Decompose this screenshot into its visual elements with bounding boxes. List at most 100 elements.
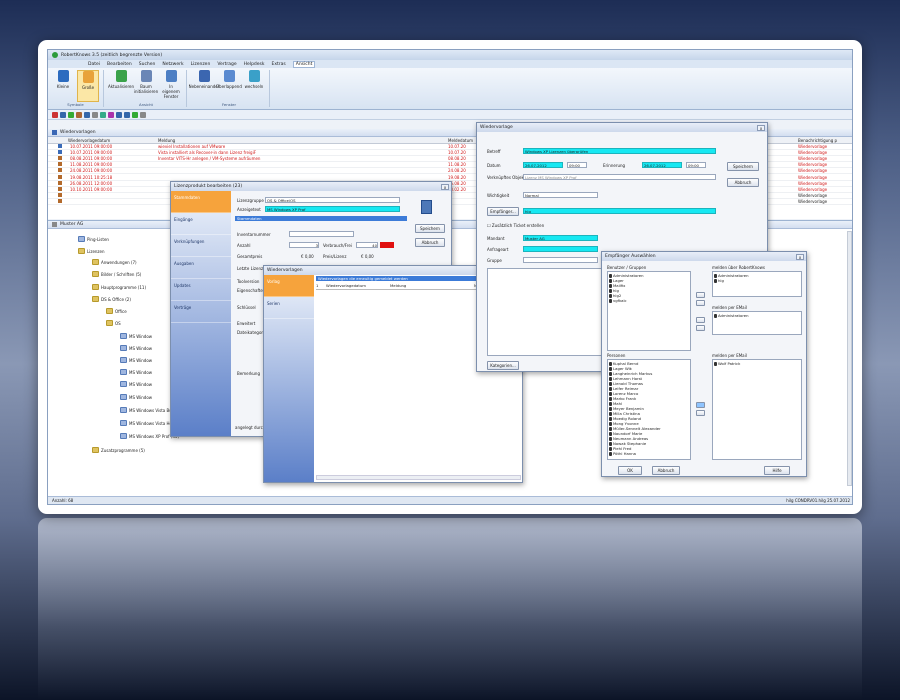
tree-node[interactable]: MS Window <box>120 357 152 363</box>
toolbar-icon[interactable] <box>52 111 58 118</box>
tree-node[interactable]: MS Window <box>120 333 152 339</box>
toolbar-icon[interactable] <box>84 111 90 118</box>
ribbon-button-überlappend[interactable]: Überlappend <box>216 70 242 102</box>
arrow-right-icon[interactable] <box>696 402 705 408</box>
toolbar-icon[interactable] <box>100 111 106 118</box>
toolbar-icon[interactable] <box>140 111 146 118</box>
tree-node[interactable]: Hauptprogramme (11) <box>92 284 146 290</box>
toolbar-icon[interactable] <box>124 111 130 118</box>
arrow-left-icon[interactable] <box>696 410 705 416</box>
lizenz-nav-stammdaten[interactable]: Stammdaten <box>171 191 231 213</box>
field-empfaenger[interactable]: hlg <box>523 208 716 214</box>
email2-item[interactable]: Wolf Patrick <box>714 361 800 366</box>
field-erinnerung[interactable]: 26.07.2012 <box>642 162 682 168</box>
field-anzeigetext[interactable]: MS Windows XP Prof <box>265 206 400 212</box>
ribbon-button-wechseln[interactable]: wechseln <box>243 70 265 102</box>
menu-datei[interactable]: Datei <box>88 62 100 67</box>
tree-scrollbar[interactable] <box>847 231 852 486</box>
menu-vertrage[interactable]: Vertrage <box>217 62 236 67</box>
arrow-right-icon[interactable] <box>696 317 705 323</box>
col-wiedervorlagedatum[interactable]: Wiedervorlagedatum <box>68 138 158 143</box>
tree-node[interactable]: MS Window <box>120 369 152 375</box>
wv-list-hscroll[interactable] <box>316 475 521 480</box>
toolbar-icon[interactable] <box>92 111 98 118</box>
col-benachrichtigung[interactable]: Benachrichtigung p <box>798 138 837 143</box>
menu-netzwerk[interactable]: Netzwerk <box>162 62 183 67</box>
email-list[interactable]: Administratoren <box>712 311 802 335</box>
ribbon-button-bauminitialisieren[interactable]: Baum initialisieren <box>134 70 158 102</box>
tree-node[interactable]: Anwendungen (7) <box>92 259 137 265</box>
tree-node[interactable]: MS Window <box>120 345 152 351</box>
menu-ansicht[interactable]: Ansicht <box>292 60 316 68</box>
wv-nav-serien[interactable]: Serien <box>264 297 314 319</box>
kategorien-button[interactable]: Kategorien... <box>487 361 519 370</box>
hilfe-button[interactable]: Hilfe <box>764 466 790 475</box>
col-meldedatum[interactable]: Meldedatum <box>448 138 473 143</box>
rk-item[interactable]: hlg <box>714 278 800 283</box>
lizenz-nav-eingänge[interactable]: Eingänge <box>171 213 231 235</box>
tree-node[interactable]: DS & Office (2) <box>92 296 131 302</box>
arrow-left-icon[interactable] <box>696 300 705 306</box>
empf-abbruch-button[interactable]: Abbruch <box>652 466 680 475</box>
tree-node[interactable]: Lizenzen <box>78 248 105 254</box>
ribbon-button-aktualisieren[interactable]: Aktualisieren <box>108 70 134 102</box>
field-betreff[interactable]: Windows XP Lizenzen überprüfen <box>523 148 716 154</box>
lizenz-nav-verknüpfungen[interactable]: Verknüpfungen <box>171 235 231 257</box>
col-meldung[interactable]: Meldung <box>158 138 448 143</box>
lizenz-nav-verträge[interactable]: Verträge <box>171 301 231 323</box>
toolbar-icon[interactable] <box>108 111 114 118</box>
tree-node[interactable]: OS <box>106 320 121 326</box>
wv-abbruch-button[interactable]: Abbruch <box>727 178 759 187</box>
menu-suchen[interactable]: Suchen <box>139 62 156 67</box>
close-icon[interactable]: x <box>757 124 765 131</box>
field-verbrauch[interactable]: 40 <box>356 242 378 248</box>
tree-node[interactable]: MS Window <box>120 394 152 400</box>
ticket-checkbox[interactable]: ☐ Zusätzlich Ticket erstellen <box>487 223 544 228</box>
menu-bearbeiten[interactable]: Bearbeiten <box>107 62 132 67</box>
tree-node[interactable]: MS Window <box>120 381 152 387</box>
field-inventarnummer[interactable] <box>289 231 354 237</box>
benutzer-list[interactable]: Administratoren Lager Mailfix hlg hlg2 vgfkal… <box>607 271 691 351</box>
ribbon-button-groe[interactable]: Große <box>77 70 99 102</box>
field-datum[interactable]: 26.07.2012 <box>523 162 563 168</box>
arrow-left-icon[interactable] <box>696 325 705 331</box>
email2-list[interactable]: Wolf Patrick <box>712 359 802 460</box>
ribbon-button-kleine[interactable]: Kleine <box>52 70 74 102</box>
toolbar-icon[interactable] <box>60 111 66 118</box>
person-item[interactable]: Pöthl Hanna <box>609 451 689 456</box>
benutzer-item[interactable]: vgfkalc <box>609 298 689 303</box>
tree-node[interactable]: Office <box>106 308 127 314</box>
field-erinnerung-zeit[interactable]: 09:00 <box>686 162 706 168</box>
select-mandant[interactable]: Muster AG <box>523 235 598 241</box>
select-anfrageart[interactable] <box>523 246 598 252</box>
rk-list[interactable]: Administratoren hlg <box>712 271 802 297</box>
tree-node[interactable]: Bilder / Schriften (5) <box>92 271 141 277</box>
ribbon-button-ineigenemfenster[interactable]: In eigenem Fenster <box>160 70 182 102</box>
lizenz-nav-updates[interactable]: Updates <box>171 279 231 301</box>
toolbar-icon[interactable] <box>132 111 138 118</box>
close-icon[interactable]: x <box>796 253 804 260</box>
field-anzahl[interactable]: 3 <box>289 242 319 248</box>
field-datum-zeit[interactable]: 09:00 <box>567 162 587 168</box>
ribbon-button-nebeneinander[interactable]: Nebeneinander <box>189 70 219 102</box>
tree-node[interactable]: Zusatzprogramme (5) <box>92 447 145 453</box>
wv-col-meldung[interactable]: Meldung <box>390 283 470 289</box>
wv-col-datum[interactable]: Wiedervorlagedatum <box>326 283 386 289</box>
menu-lizenzen[interactable]: Lizenzen <box>191 62 211 67</box>
toolbar-icon[interactable] <box>116 111 122 118</box>
lizenz-nav-ausgaben[interactable]: Ausgaben <box>171 257 231 279</box>
select-wichtigkeit[interactable]: Normal <box>523 192 598 198</box>
abbruch-button[interactable]: Abbruch <box>415 238 445 247</box>
wv-speichern-button[interactable]: Speichern <box>727 162 759 171</box>
wv-edit-text-area[interactable] <box>487 268 607 356</box>
select-gruppe[interactable] <box>523 257 598 263</box>
personen-list[interactable]: Kuphal Bernd Lager Wik Langheinrich Markus… <box>607 359 691 460</box>
email-item[interactable]: Administratoren <box>714 313 800 318</box>
arrow-right-icon[interactable] <box>696 292 705 298</box>
speichern-button[interactable]: Speichern <box>415 224 445 233</box>
wv-nav-vorlag[interactable]: Vorlag <box>264 275 314 297</box>
empfaenger-button[interactable]: Empfänger... <box>487 207 519 216</box>
field-lizenzgruppe[interactable]: OS & Office\OS <box>265 197 400 203</box>
toolbar-icon[interactable] <box>68 111 74 118</box>
toolbar-icon[interactable] <box>76 111 82 118</box>
